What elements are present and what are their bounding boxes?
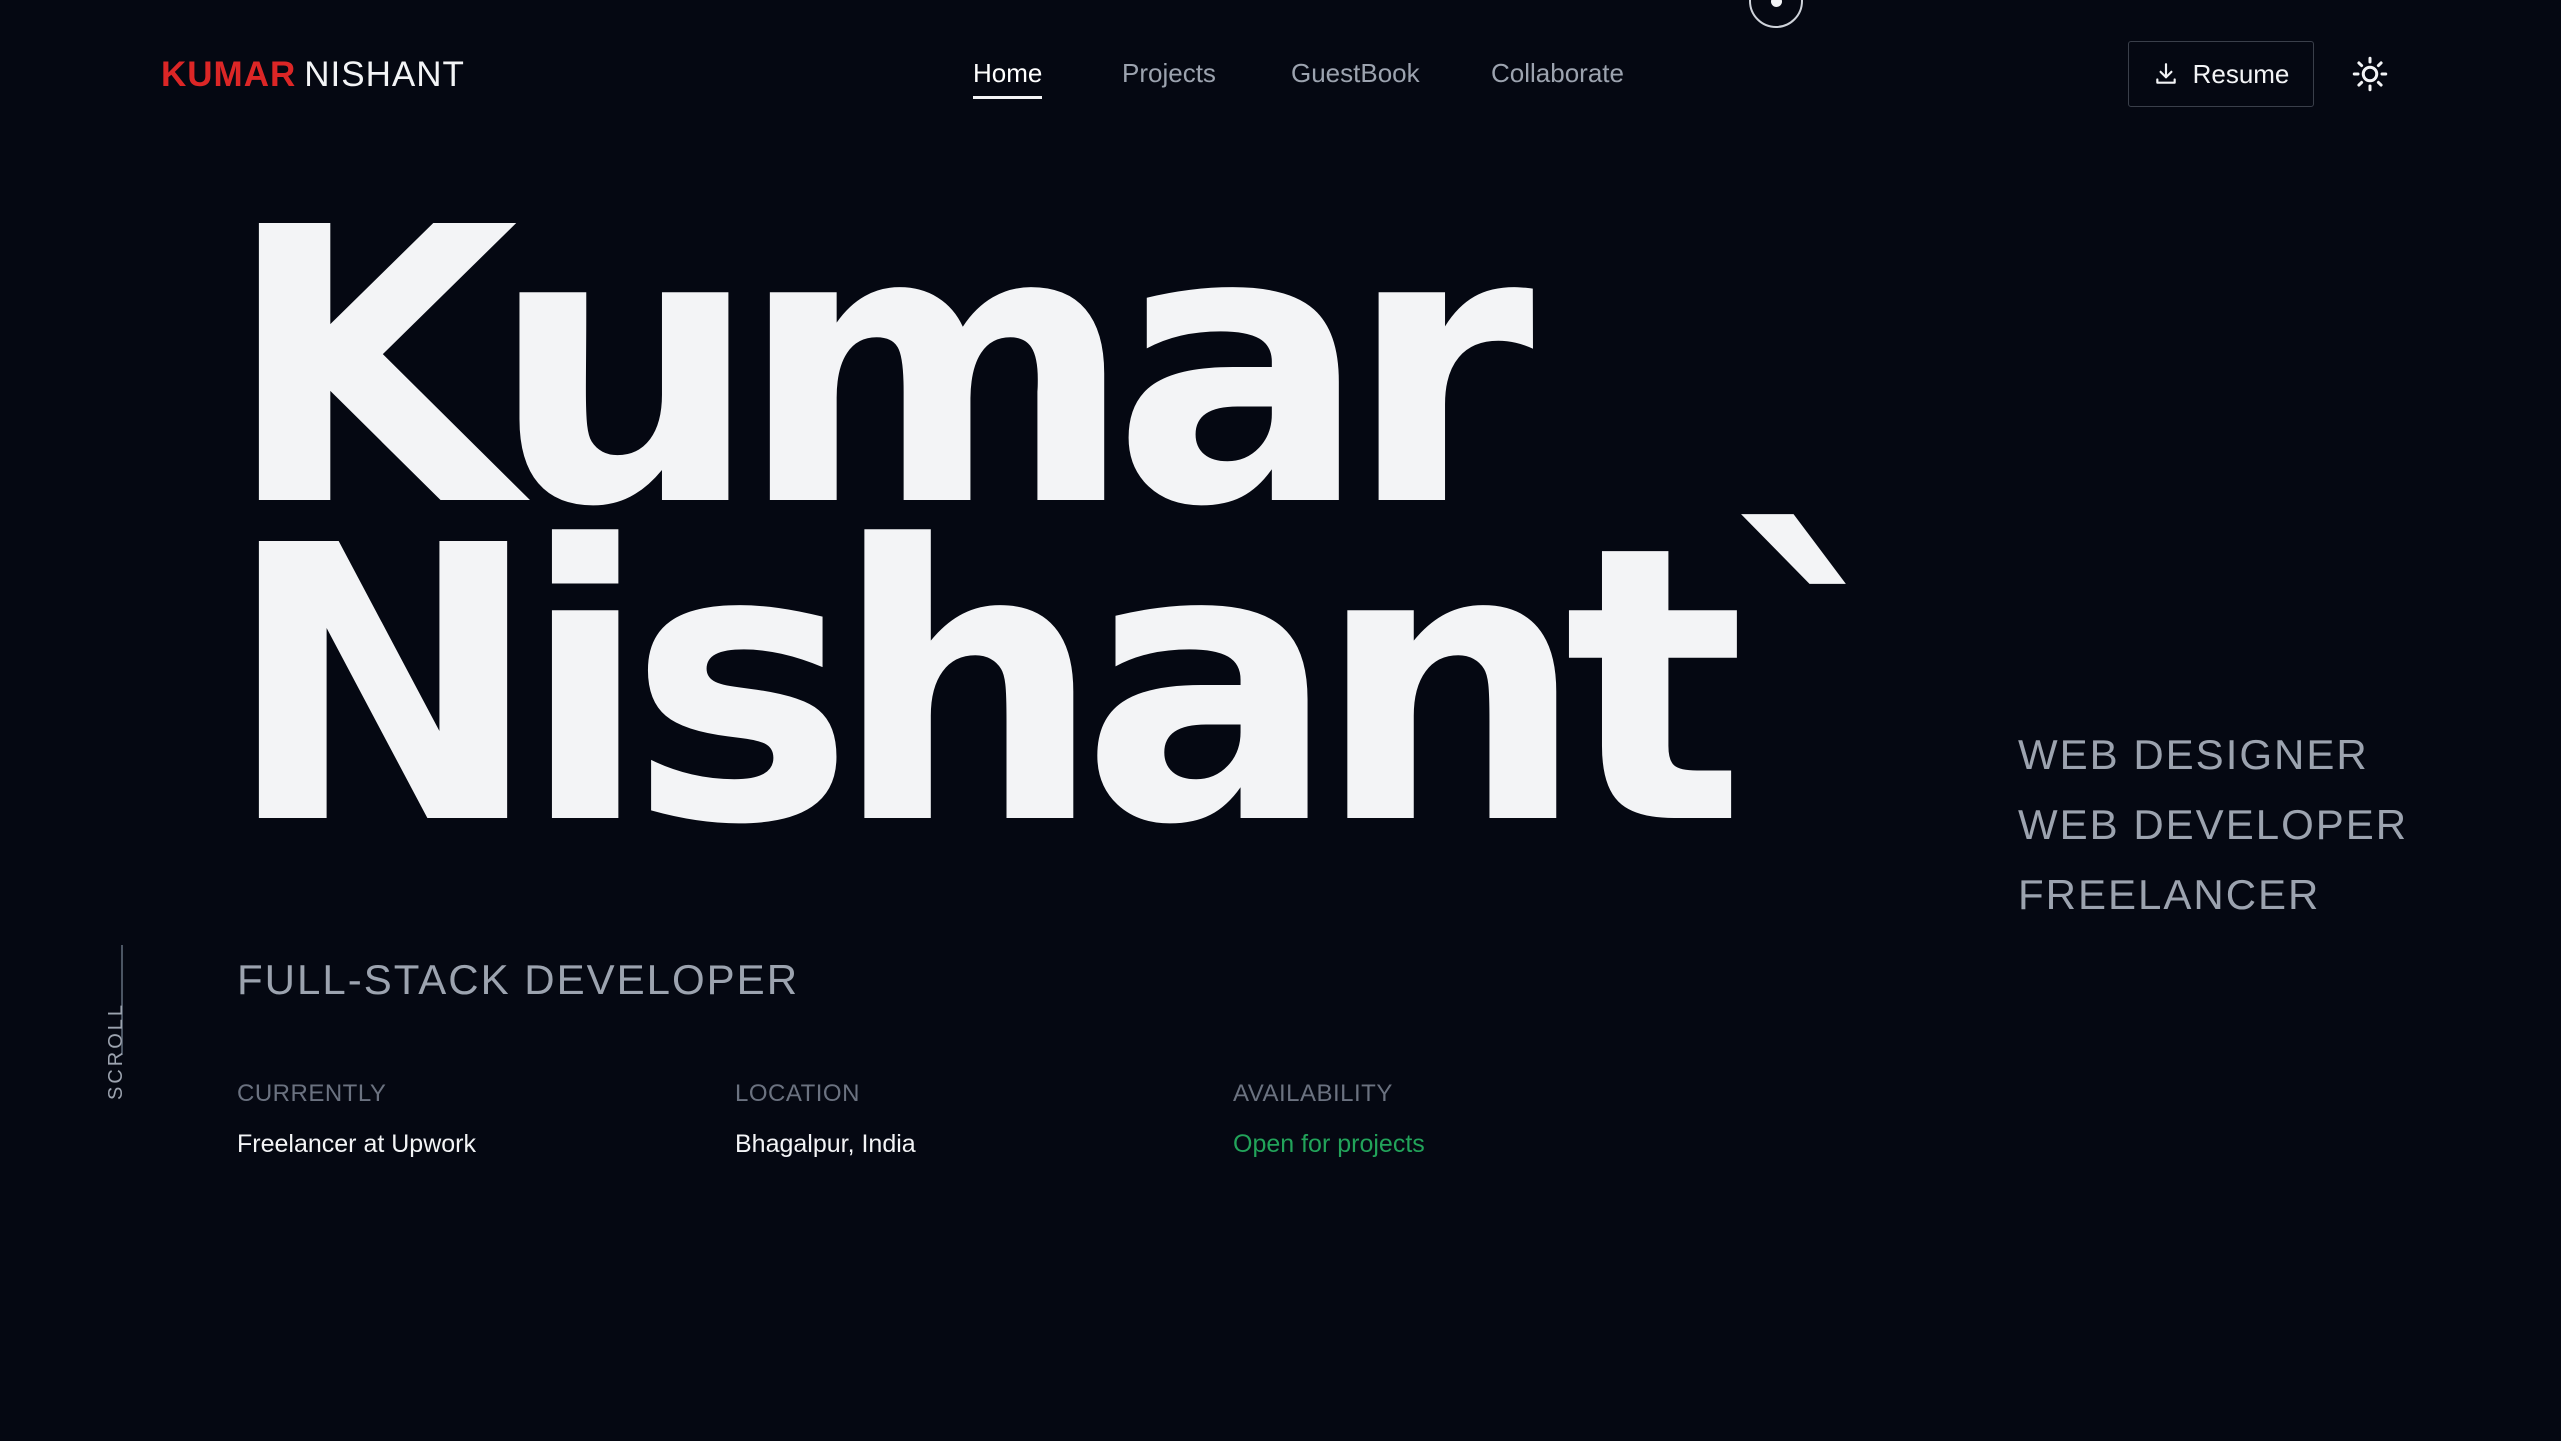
theme-toggle-button[interactable]	[2352, 56, 2388, 92]
site-logo[interactable]: KUMAR NISHANT	[161, 55, 465, 95]
cursor-dot	[1771, 0, 1782, 7]
resume-button[interactable]: Resume	[2128, 41, 2314, 107]
roles-list: WEB DESIGNER WEB DEVELOPER FREELANCER	[2018, 720, 2408, 930]
logo-last-name: NISHANT	[304, 55, 465, 94]
info-label: AVAILABILITY	[1233, 1080, 1393, 1107]
resume-label: Resume	[2192, 58, 2290, 89]
info-label: CURRENTLY	[237, 1080, 387, 1107]
info-location: LOCATION Bhagalpur, India	[735, 1080, 916, 1159]
role-item: FREELANCER	[2018, 871, 2321, 918]
nav-home[interactable]: Home	[973, 58, 1043, 99]
info-currently: CURRENTLY Freelancer at Upwork	[237, 1080, 476, 1159]
hero-name-line-2: Nishant`	[224, 465, 1914, 908]
info-value: Bhagalpur, India	[735, 1130, 916, 1158]
availability-status: Open for projects	[1233, 1130, 1425, 1158]
sun-icon	[2352, 56, 2388, 96]
portfolio-page: KUMAR NISHANT Home Projects GuestBook Col…	[0, 0, 2561, 1441]
info-value: Freelancer at Upwork	[237, 1130, 476, 1158]
hero-subtitle: FULL-STACK DEVELOPER	[237, 956, 800, 1003]
role-item: WEB DESIGNER	[2018, 731, 2369, 778]
scroll-label: SCROLL	[105, 1001, 127, 1100]
nav-guestbook[interactable]: GuestBook	[1291, 58, 1420, 89]
nav-collaborate[interactable]: Collaborate	[1491, 58, 1624, 89]
nav-projects[interactable]: Projects	[1122, 58, 1216, 89]
logo-first-name: KUMAR	[161, 55, 297, 94]
hero-name: Kumar Nishant`	[224, 179, 1914, 908]
download-icon	[2153, 61, 2179, 87]
info-availability: AVAILABILITY Open for projects	[1233, 1080, 1425, 1159]
role-item: WEB DEVELOPER	[2018, 801, 2409, 848]
custom-cursor	[1749, 0, 1803, 28]
info-label: LOCATION	[735, 1080, 860, 1107]
